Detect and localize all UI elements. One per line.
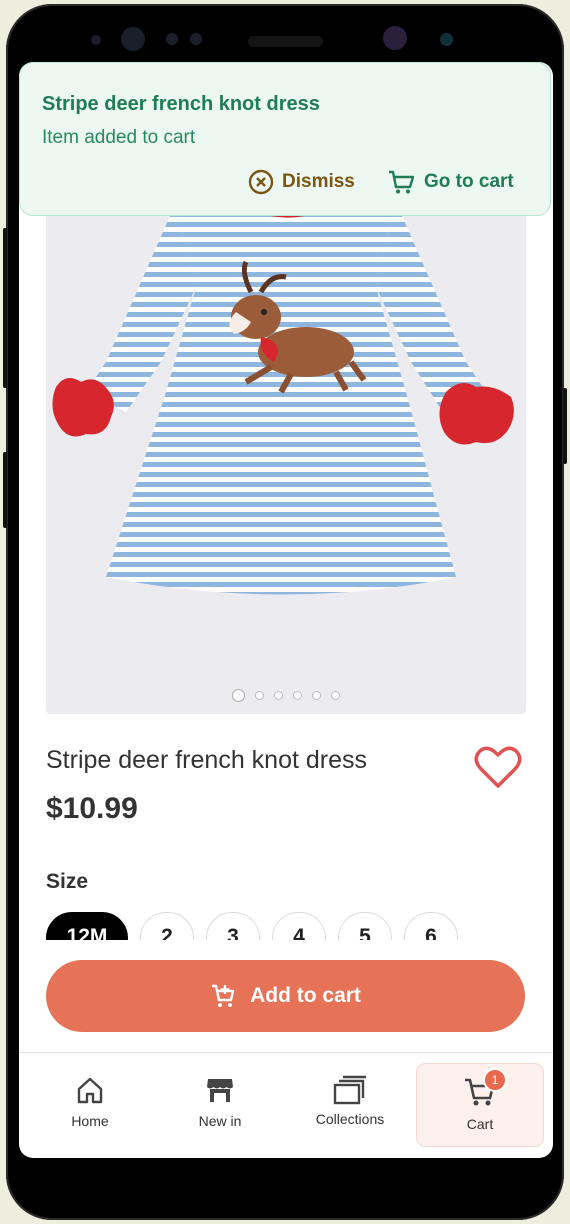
cart-count-badge: 1 [483, 1068, 507, 1092]
cart-icon [389, 170, 415, 194]
pagination-dot[interactable] [255, 691, 264, 700]
added-to-cart-toast: Stripe deer french knot dress Item added… [19, 62, 551, 216]
add-to-cart-button[interactable]: Add to cart [46, 960, 525, 1032]
pagination-dot[interactable] [274, 691, 283, 700]
cart-add-icon [212, 984, 235, 1007]
bottom-nav: Home New in Collections 1 Cart [19, 1063, 553, 1147]
sensor-icon [166, 33, 178, 45]
nav-item-cart[interactable]: 1 Cart [416, 1063, 544, 1147]
toast-message: Item added to cart [42, 127, 196, 148]
nav-label-cart: Cart [466, 1116, 494, 1132]
nav-item-collections[interactable]: Collections [286, 1063, 414, 1147]
size-option-12m[interactable]: 12M [46, 912, 128, 940]
size-selector: 12M 2 3 4 5 6 [46, 912, 458, 940]
app-screen: Stripe deer french knot dress $10.99 Siz… [19, 62, 553, 1158]
home-icon [77, 1077, 103, 1104]
nav-divider [19, 1052, 553, 1053]
pagination-dot[interactable] [293, 691, 302, 700]
front-camera-icon [383, 26, 407, 50]
size-label: Size [46, 870, 89, 893]
toast-title: Stripe deer french knot dress [42, 93, 320, 115]
collections-icon [333, 1075, 366, 1105]
size-option-5[interactable]: 5 [338, 912, 392, 940]
camera-icon [121, 27, 145, 51]
nav-label-new-in: New in [198, 1113, 242, 1129]
pagination-dot[interactable] [331, 691, 340, 700]
volume-button [3, 228, 7, 388]
pagination-dot[interactable] [312, 691, 321, 700]
dismiss-button[interactable]: Dismiss [248, 169, 355, 195]
size-option-4[interactable]: 4 [272, 912, 326, 940]
side-button [563, 388, 567, 464]
image-pagination[interactable] [46, 689, 526, 702]
close-circle-icon [248, 169, 274, 195]
product-image[interactable] [46, 192, 526, 714]
speaker-grille [248, 36, 323, 47]
add-to-cart-label: Add to cart [250, 984, 361, 1007]
dismiss-label: Dismiss [282, 171, 355, 192]
nav-label-home: Home [71, 1113, 109, 1129]
sensor-icon [440, 33, 453, 46]
dress-illustration [52, 192, 514, 595]
store-icon [207, 1079, 233, 1102]
sensor-icon [91, 35, 101, 45]
power-button [3, 452, 7, 528]
pagination-dot[interactable] [232, 689, 245, 702]
nav-label-collections: Collections [315, 1111, 385, 1127]
nav-item-home[interactable]: Home [26, 1063, 154, 1147]
go-to-cart-button[interactable]: Go to cart [388, 169, 514, 195]
nav-item-new-in[interactable]: New in [156, 1063, 284, 1147]
product-price: $10.99 [46, 792, 138, 825]
size-option-3[interactable]: 3 [206, 912, 260, 940]
go-to-cart-label: Go to cart [424, 171, 514, 192]
sensor-icon [190, 33, 202, 45]
size-option-6[interactable]: 6 [404, 912, 458, 940]
size-option-2[interactable]: 2 [140, 912, 194, 940]
favorite-heart-icon[interactable] [474, 746, 522, 790]
product-title: Stripe deer french knot dress [46, 746, 367, 774]
